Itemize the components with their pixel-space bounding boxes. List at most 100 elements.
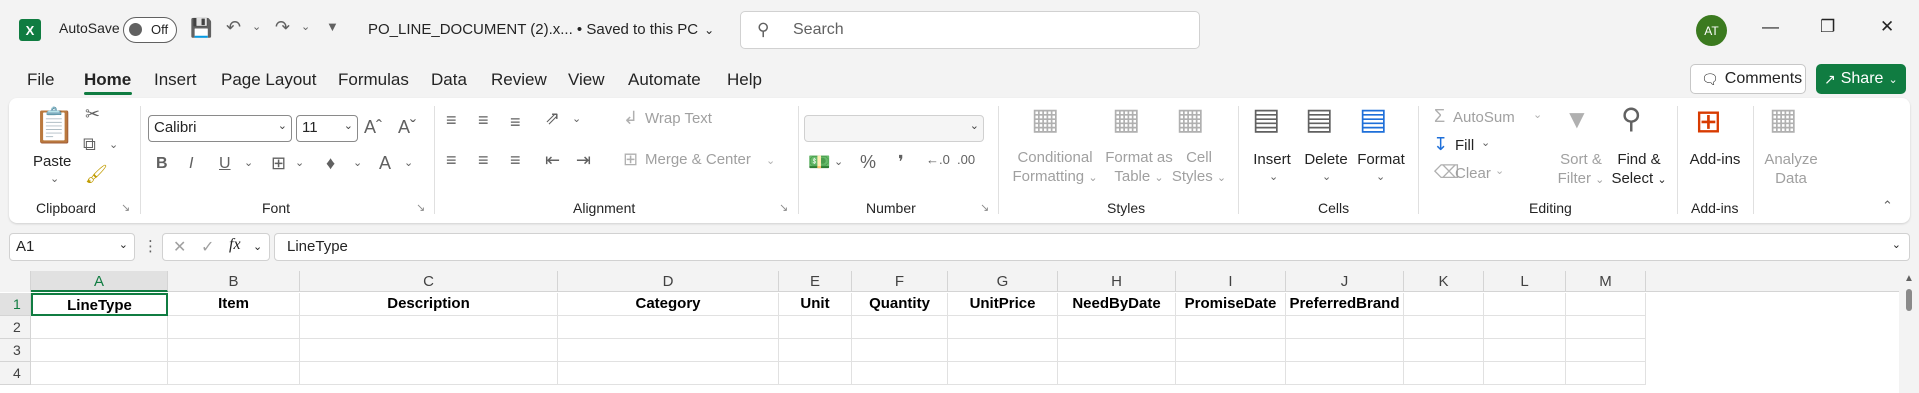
undo-dropdown-icon[interactable]: ⌄ [252,20,261,33]
name-box[interactable]: A1 ⌄ [9,233,135,261]
row-header[interactable]: 3 [0,339,31,362]
borders-icon[interactable]: ⊞ [271,153,286,174]
font-name-select[interactable]: Calibri ⌄ [148,115,292,142]
align-top-icon[interactable]: ≡ [446,110,457,131]
column-header[interactable]: L [1484,271,1566,292]
cell[interactable]: PromiseDate [1176,293,1286,316]
decrease-decimal-icon[interactable]: .00 [957,152,975,167]
conditional-formatting-button[interactable]: Conditional Formatting ⌄ [1010,148,1100,188]
addins-button[interactable]: Add-ins [1685,150,1745,169]
borders-dropdown-icon[interactable]: ⌄ [295,156,304,169]
column-header[interactable]: C [300,271,558,292]
format-cells-icon[interactable]: ▤ [1359,102,1387,137]
cell[interactable] [1484,293,1566,316]
cell[interactable] [948,339,1058,362]
cell[interactable] [31,339,168,362]
column-header[interactable]: F [852,271,948,292]
cell[interactable] [1286,316,1404,339]
analyze-data-button[interactable]: Analyze Data [1761,150,1821,188]
undo-icon[interactable]: ↶ [226,17,241,38]
cell[interactable] [558,362,779,385]
clear-button[interactable]: Clear [1455,164,1491,183]
cell[interactable] [1404,316,1484,339]
cell[interactable]: Unit [779,293,852,316]
cell[interactable] [852,362,948,385]
increase-decimal-icon[interactable]: ←.0 [926,152,950,167]
more-options-icon[interactable]: ⋮ [143,237,158,255]
cell[interactable]: Quantity [852,293,948,316]
column-header[interactable]: A [31,271,168,292]
cell[interactable] [168,316,300,339]
cell[interactable]: Description [300,293,558,316]
format-dropdown-icon[interactable]: ⌄ [1376,170,1385,183]
italic-icon[interactable]: I [189,155,193,173]
bold-icon[interactable]: B [156,155,168,173]
merge-center-button[interactable]: Merge & Center [645,150,751,169]
column-header[interactable]: J [1286,271,1404,292]
cut-icon[interactable]: ✂ [85,104,100,125]
analyze-data-icon[interactable]: ▦ [1769,102,1797,137]
cell[interactable]: LineType [31,293,168,316]
font-color-icon[interactable]: A [379,153,391,174]
accounting-dropdown-icon[interactable]: ⌄ [834,155,843,168]
avatar[interactable]: AT [1696,15,1727,46]
document-title[interactable]: PO_LINE_DOCUMENT (2).x... • Saved to thi… [368,21,714,38]
cell[interactable] [31,316,168,339]
cell[interactable] [948,362,1058,385]
merge-dropdown-icon[interactable]: ⌄ [766,154,775,167]
row-header[interactable]: 1 [0,293,31,316]
orientation-dropdown-icon[interactable]: ⌄ [572,112,581,125]
cell-styles-button[interactable]: Cell Styles ⌄ [1169,148,1229,188]
insert-cells-button[interactable]: Insert [1247,150,1297,169]
autosum-icon[interactable]: Σ [1434,106,1445,127]
number-format-select[interactable]: ⌄ [804,115,984,142]
cell[interactable] [300,316,558,339]
cell[interactable]: Item [168,293,300,316]
merge-center-icon[interactable]: ⊞ [623,149,638,170]
font-size-select[interactable]: 11 ⌄ [296,115,358,142]
sort-filter-icon[interactable]: ▼ [1564,104,1590,135]
cell[interactable] [852,316,948,339]
cell[interactable] [1286,362,1404,385]
cell[interactable]: Category [558,293,779,316]
cell[interactable] [1566,362,1646,385]
copy-icon[interactable]: ⧉ [83,134,96,155]
cell[interactable] [1286,339,1404,362]
fill-dropdown-icon[interactable]: ⌄ [1481,136,1490,149]
fill-color-dropdown-icon[interactable]: ⌄ [353,156,362,169]
tab-page-layout[interactable]: Page Layout [221,70,316,90]
find-select-icon[interactable]: ⚲ [1621,102,1642,135]
fill-color-icon[interactable]: ♦ [326,153,335,174]
format-painter-icon[interactable]: 🖌 [85,164,108,185]
select-all-corner[interactable] [0,271,31,292]
search-box[interactable]: ⚲ Search [740,11,1200,49]
tab-view[interactable]: View [568,70,605,90]
cancel-icon[interactable]: ✕ [173,237,186,257]
format-cells-button[interactable]: Format [1354,150,1408,169]
cell[interactable] [1058,362,1176,385]
minimize-icon[interactable]: — [1762,17,1779,37]
tab-home[interactable]: Home [84,70,131,90]
tab-file[interactable]: File [27,70,54,90]
column-header[interactable]: M [1566,271,1646,292]
copy-dropdown-icon[interactable]: ⌄ [109,138,118,151]
cell[interactable] [1566,339,1646,362]
align-right-icon[interactable]: ≡ [510,150,521,171]
tab-formulas[interactable]: Formulas [338,70,409,90]
tab-data[interactable]: Data [431,70,467,90]
decrease-indent-icon[interactable]: ⇤ [545,150,560,171]
close-icon[interactable]: ✕ [1880,17,1894,37]
cell[interactable] [1484,339,1566,362]
cell[interactable] [168,339,300,362]
column-header[interactable]: K [1404,271,1484,292]
tab-automate[interactable]: Automate [628,70,701,90]
align-bottom-icon[interactable]: ≡ [510,112,521,133]
column-header[interactable]: G [948,271,1058,292]
column-header[interactable]: H [1058,271,1176,292]
cell[interactable] [1404,362,1484,385]
align-left-icon[interactable]: ≡ [446,150,457,171]
cell[interactable] [1058,316,1176,339]
column-header[interactable]: B [168,271,300,292]
autosave-toggle[interactable]: Off [123,17,177,43]
delete-cells-icon[interactable]: ▤ [1305,102,1333,137]
